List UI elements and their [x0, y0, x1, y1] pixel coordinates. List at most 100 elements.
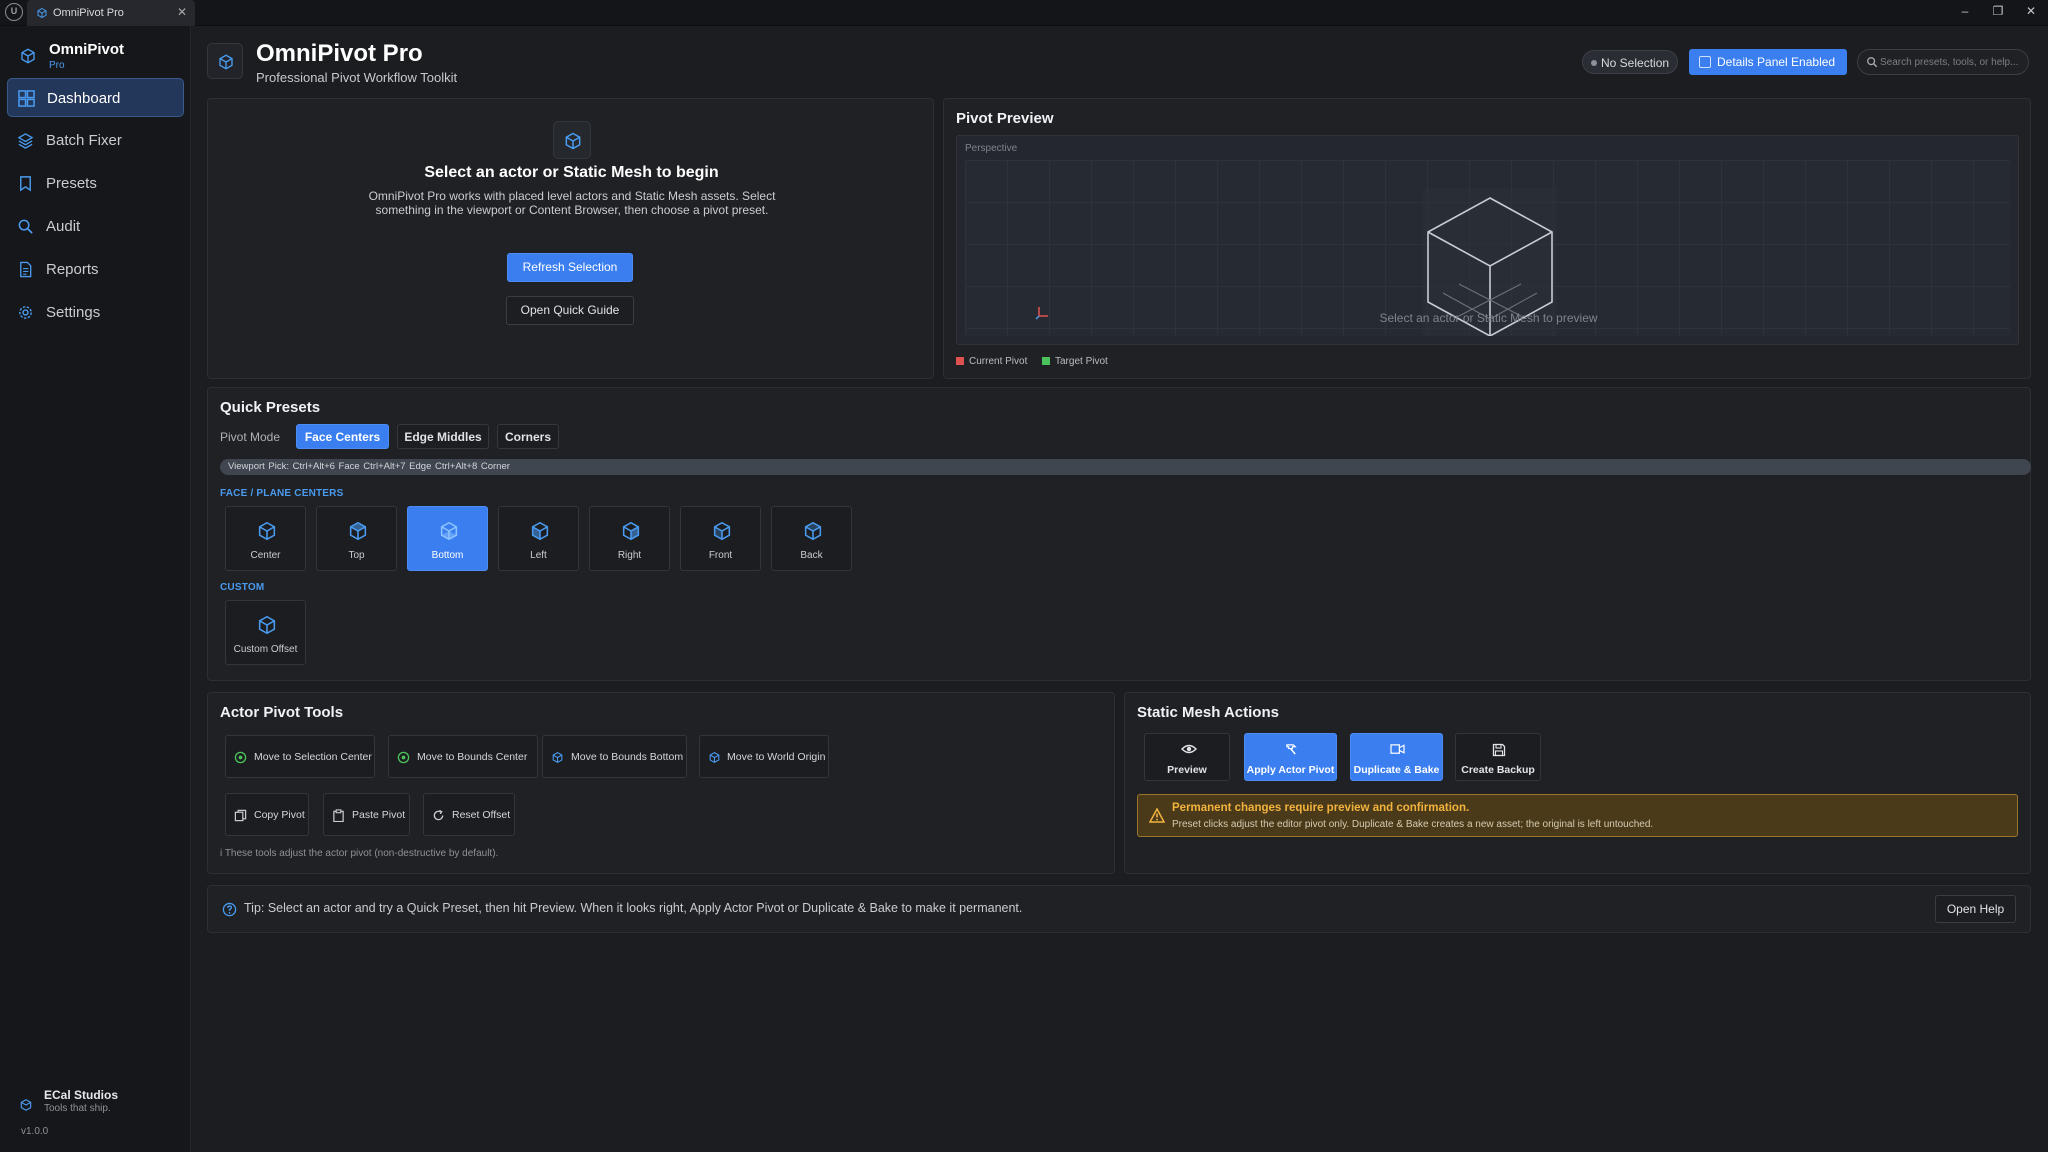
sidebar-item-dashboard[interactable]: Dashboard [7, 78, 184, 117]
layers-icon [17, 133, 34, 149]
action-label: Create Backup [1461, 764, 1535, 776]
restore-icon[interactable]: ❐ [1983, 2, 2013, 22]
brand-name: OmniPivot [49, 41, 125, 58]
copy-pivot-button[interactable]: Copy Pivot [225, 793, 309, 836]
clipboard-icon [333, 809, 344, 822]
preset-front[interactable]: Front [680, 506, 761, 571]
version-label: v1.0.0 [21, 1126, 49, 1137]
viewport-hint: Select an actor or Static Mesh to previe… [1379, 311, 1598, 325]
move-to-bounds-bottom-button[interactable]: Move to Bounds Bottom [542, 735, 687, 778]
open-quick-guide-button[interactable]: Open Quick Guide [506, 296, 634, 325]
preset-right[interactable]: Right [589, 506, 670, 571]
grid-icon [18, 90, 35, 107]
details-panel-button[interactable]: Details Panel Enabled [1689, 49, 1847, 75]
preset-left[interactable]: Left [498, 506, 579, 571]
preset-label: Bottom [431, 550, 464, 561]
cube-icon [709, 752, 720, 763]
legend-target-pivot: Target Pivot [1042, 356, 1108, 367]
target-icon [234, 751, 247, 764]
document-icon [20, 261, 32, 278]
warning-icon [1149, 808, 1165, 823]
tip-text: Tip: Select an actor and try a Quick Pre… [244, 901, 1023, 915]
reset-icon [433, 809, 444, 821]
preset-top[interactable]: Top [316, 506, 397, 571]
actor-tools-note: i These tools adjust the actor pivot (no… [220, 848, 499, 859]
sidebar-item-presets[interactable]: Presets [7, 164, 184, 203]
viewport-mode-label: Perspective [965, 143, 1018, 154]
page-subtitle: Professional Pivot Workflow Toolkit [256, 70, 458, 85]
preset-back[interactable]: Back [771, 506, 852, 571]
action-label: Apply Actor Pivot [1246, 764, 1335, 776]
close-icon[interactable]: ✕ [177, 5, 187, 19]
panel-title: Pivot Preview [956, 110, 1054, 127]
sidebar-item-label: Presets [46, 175, 97, 192]
search-input[interactable] [1880, 54, 2022, 70]
tool-label: Move to Selection Center [254, 751, 372, 763]
refresh-selection-button[interactable]: Refresh Selection [507, 253, 633, 282]
cube-back-icon [804, 521, 822, 541]
cube-bottom-icon [440, 521, 458, 541]
sidebar-item-audit[interactable]: Audit [7, 207, 184, 246]
viewport-pick-shortcuts: Viewport Pick: Ctrl+Alt+6 Face Ctrl+Alt+… [220, 459, 2031, 475]
welcome-panel: Select an actor or Static Mesh to begin … [207, 98, 934, 379]
unreal-logo[interactable]: U [5, 3, 23, 21]
preset-label: Left [530, 550, 547, 561]
legend-label: Current Pivot [969, 356, 1028, 367]
sidebar-item-label: Dashboard [47, 90, 121, 107]
preset-bottom[interactable]: Bottom [407, 506, 488, 571]
preview-viewport[interactable]: Perspective Select an actor or Static Me… [956, 135, 2019, 345]
move-to-world-origin-button[interactable]: Move to World Origin [699, 735, 829, 778]
copy-icon [234, 809, 247, 822]
tab-face-centers[interactable]: Face Centers [296, 424, 389, 449]
tool-label: Move to Bounds Center [417, 751, 528, 763]
sidebar-item-label: Audit [46, 218, 81, 235]
preset-label: Right [617, 550, 642, 561]
cube-icon [565, 132, 581, 150]
reset-offset-button[interactable]: Reset Offset [423, 793, 515, 836]
studio-tagline: Tools that ship. [44, 1103, 111, 1114]
tab-corners[interactable]: Corners [497, 424, 559, 449]
apply-actor-pivot-button[interactable]: Apply Actor Pivot [1244, 733, 1337, 781]
warning-body: Preset clicks adjust the editor pivot on… [1172, 819, 1654, 830]
minimize-icon[interactable]: – [1950, 2, 1980, 22]
create-backup-button[interactable]: Create Backup [1455, 733, 1541, 781]
preset-center[interactable]: Center [225, 506, 306, 571]
duplicate-and-bake-button[interactable]: Duplicate & Bake [1350, 733, 1443, 781]
tab-edge-middles[interactable]: Edge Middles [397, 424, 489, 449]
brand: OmniPivot Pro [16, 38, 186, 78]
tool-label: Move to World Origin [727, 751, 826, 763]
move-to-selection-center-button[interactable]: Move to Selection Center [225, 735, 375, 778]
open-help-button[interactable]: Open Help [1935, 895, 2016, 923]
face-centers-section-label: FACE / PLANE CENTERS [220, 488, 344, 499]
sidebar-item-label: Reports [46, 261, 99, 278]
warning-title: Permanent changes require preview and co… [1172, 802, 1470, 814]
panel-icon [1699, 56, 1711, 68]
close-window-icon[interactable]: ✕ [2016, 2, 2046, 22]
preset-label: Center [250, 550, 281, 561]
target-icon [397, 751, 410, 764]
sidebar-item-reports[interactable]: Reports [7, 250, 184, 289]
preset-custom-offset[interactable]: Custom Offset [225, 600, 306, 665]
sidebar-item-batch-fixer[interactable]: Batch Fixer [7, 121, 184, 160]
sidebar-item-label: Batch Fixer [46, 132, 122, 149]
cube-icon [258, 615, 276, 635]
action-label: Preview [1167, 764, 1207, 776]
move-to-bounds-center-button[interactable]: Move to Bounds Center [388, 735, 538, 778]
details-panel-label: Details Panel Enabled [1717, 55, 1836, 69]
preview-button[interactable]: Preview [1144, 733, 1230, 781]
bookmark-icon [20, 176, 31, 192]
search-box[interactable] [1857, 49, 2029, 75]
legend-label: Target Pivot [1055, 356, 1108, 367]
page-title: OmniPivot Pro [256, 40, 423, 67]
cube-icon [37, 7, 47, 19]
paste-pivot-button[interactable]: Paste Pivot [323, 793, 410, 836]
sidebar-item-settings[interactable]: Settings [7, 293, 184, 332]
preset-label: Custom Offset [233, 644, 298, 655]
cube-right-icon [622, 521, 640, 541]
help-circle-icon [222, 902, 237, 917]
cube-icon [258, 521, 276, 541]
selection-status-badge: No Selection [1582, 50, 1678, 74]
editor-tab[interactable]: OmniPivot Pro ✕ [27, 0, 195, 26]
tool-label: Move to Bounds Bottom [571, 751, 684, 763]
window-titlebar: U OmniPivot Pro ✕ – ❐ ✕ [0, 0, 2048, 26]
